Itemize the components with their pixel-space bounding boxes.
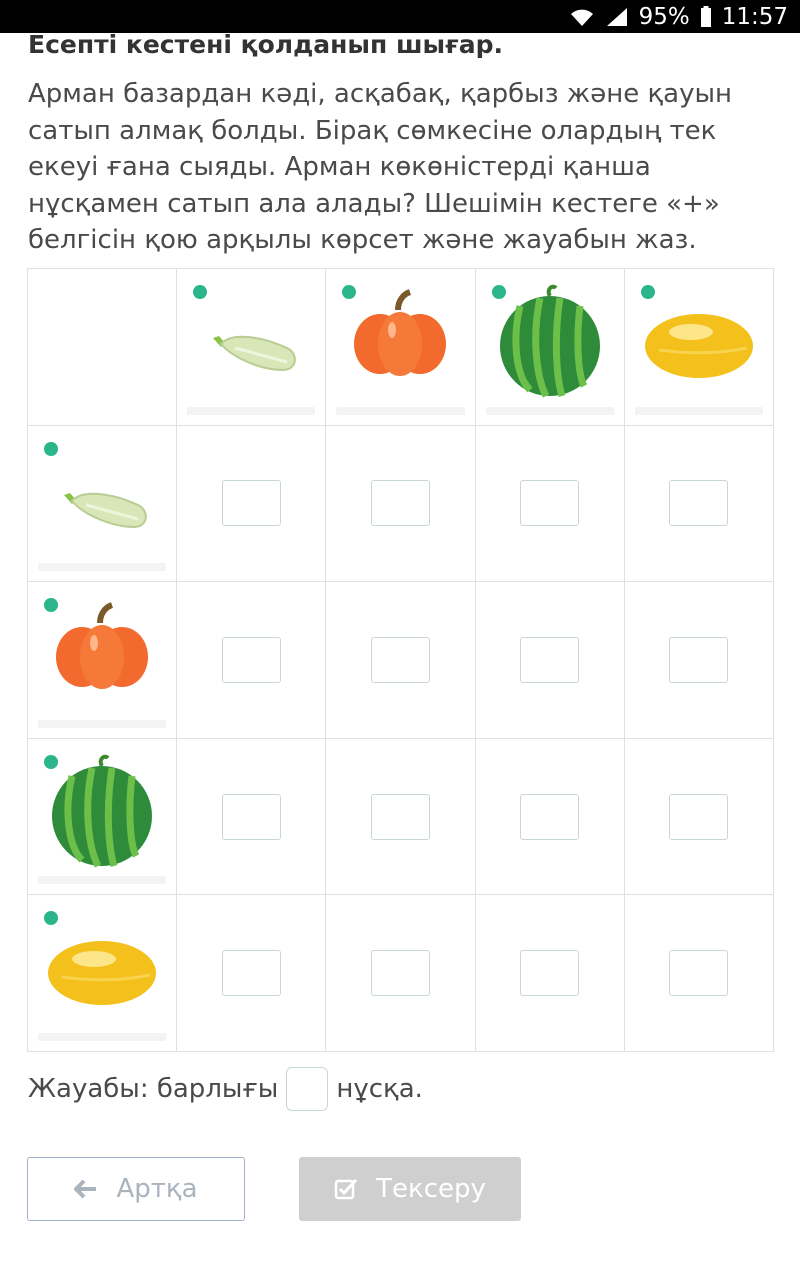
combination-input-watermelon-zucchini[interactable]: [221, 793, 281, 840]
column-header-melon: [624, 269, 774, 426]
table-cell: [326, 738, 476, 896]
combination-input-pumpkin-melon[interactable]: [669, 636, 729, 683]
arrow-left-icon: [74, 1179, 98, 1199]
battery-percent: 95%: [638, 3, 690, 30]
check-button[interactable]: Тексеру: [299, 1157, 521, 1221]
table-cell: [177, 582, 327, 739]
zucchini-image: [42, 445, 162, 562]
publisher-logo-icon: [44, 754, 58, 769]
combination-input-zucchini-watermelon[interactable]: [520, 480, 580, 527]
combination-table: [27, 268, 774, 1052]
table-cell: [326, 425, 476, 583]
image-caption-bar: [336, 406, 465, 415]
column-header-watermelon: [475, 269, 625, 426]
checkbox-icon: [334, 1178, 358, 1200]
task-text: Арман базардан кәді, асқабақ, қарбыз жән…: [28, 79, 733, 255]
combination-input-pumpkin-pumpkin[interactable]: [370, 636, 430, 683]
combination-input-zucchini-pumpkin[interactable]: [370, 480, 430, 527]
watermelon-image: [490, 285, 610, 405]
image-caption-bar: [634, 406, 763, 415]
image-caption-bar: [187, 406, 316, 415]
clock: 11:57: [721, 3, 788, 30]
signal-icon: [605, 6, 629, 28]
combination-input-watermelon-melon[interactable]: [669, 793, 729, 840]
image-caption-bar: [38, 1033, 167, 1041]
table-cell: [475, 738, 625, 896]
image-caption-bar: [38, 876, 167, 885]
table-cell: [624, 582, 774, 739]
pumpkin-image: [42, 601, 162, 718]
combination-input-watermelon-watermelon[interactable]: [520, 793, 580, 840]
table-cell: [475, 425, 625, 583]
row-header-zucchini: [28, 425, 178, 583]
table-cell: [624, 738, 774, 896]
melon-image: [42, 915, 162, 1032]
melon-image: [639, 288, 759, 405]
row-header-melon: [28, 895, 178, 1052]
combination-input-watermelon-pumpkin[interactable]: [370, 793, 430, 840]
publisher-logo-icon: [491, 285, 506, 299]
task-title: Есепті кестені қолданып шығар.: [28, 30, 503, 59]
table-cell: [475, 582, 625, 739]
table-corner-cell: [28, 269, 178, 426]
table-cell: [326, 895, 476, 1052]
table-cell: [624, 895, 774, 1052]
combination-input-melon-pumpkin[interactable]: [370, 950, 430, 997]
image-caption-bar: [38, 563, 167, 572]
row-header-watermelon: [28, 738, 178, 896]
table-cell: [177, 425, 327, 583]
combination-input-pumpkin-zucchini[interactable]: [221, 636, 281, 683]
zucchini-image: [191, 288, 311, 405]
publisher-logo-icon: [640, 285, 655, 299]
answer-prefix: Жауабы: барлығы: [28, 1074, 279, 1104]
table-cell: [177, 738, 327, 896]
answer-input[interactable]: [286, 1067, 329, 1111]
combination-input-pumpkin-watermelon[interactable]: [520, 636, 580, 683]
combination-input-melon-zucchini[interactable]: [221, 950, 281, 997]
column-header-pumpkin: [326, 269, 476, 426]
table-cell: [624, 425, 774, 583]
combination-input-melon-watermelon[interactable]: [520, 950, 580, 997]
wifi-icon: [569, 6, 595, 28]
answer-suffix: нұсқа.: [336, 1074, 423, 1104]
pumpkin-image: [340, 288, 460, 405]
back-button-label: Артқа: [116, 1174, 198, 1204]
combination-input-zucchini-melon[interactable]: [669, 480, 729, 527]
image-caption-bar: [485, 406, 614, 415]
check-button-label: Тексеру: [376, 1174, 486, 1204]
battery-icon: [700, 5, 712, 28]
table-cell: [326, 582, 476, 739]
table-cell: [475, 895, 625, 1052]
table-cell: [177, 895, 327, 1052]
status-bar: 95% 11:57: [0, 0, 800, 33]
back-button[interactable]: Артқа: [27, 1157, 245, 1221]
row-header-pumpkin: [28, 582, 178, 739]
answer-row: Жауабы: барлығы нұсқа.: [28, 1067, 423, 1111]
publisher-logo-icon: [44, 441, 58, 456]
combination-input-melon-melon[interactable]: [669, 950, 729, 997]
image-caption-bar: [38, 719, 167, 728]
watermelon-image: [42, 754, 162, 875]
column-header-zucchini: [177, 269, 327, 426]
combination-input-zucchini-zucchini[interactable]: [221, 480, 281, 527]
